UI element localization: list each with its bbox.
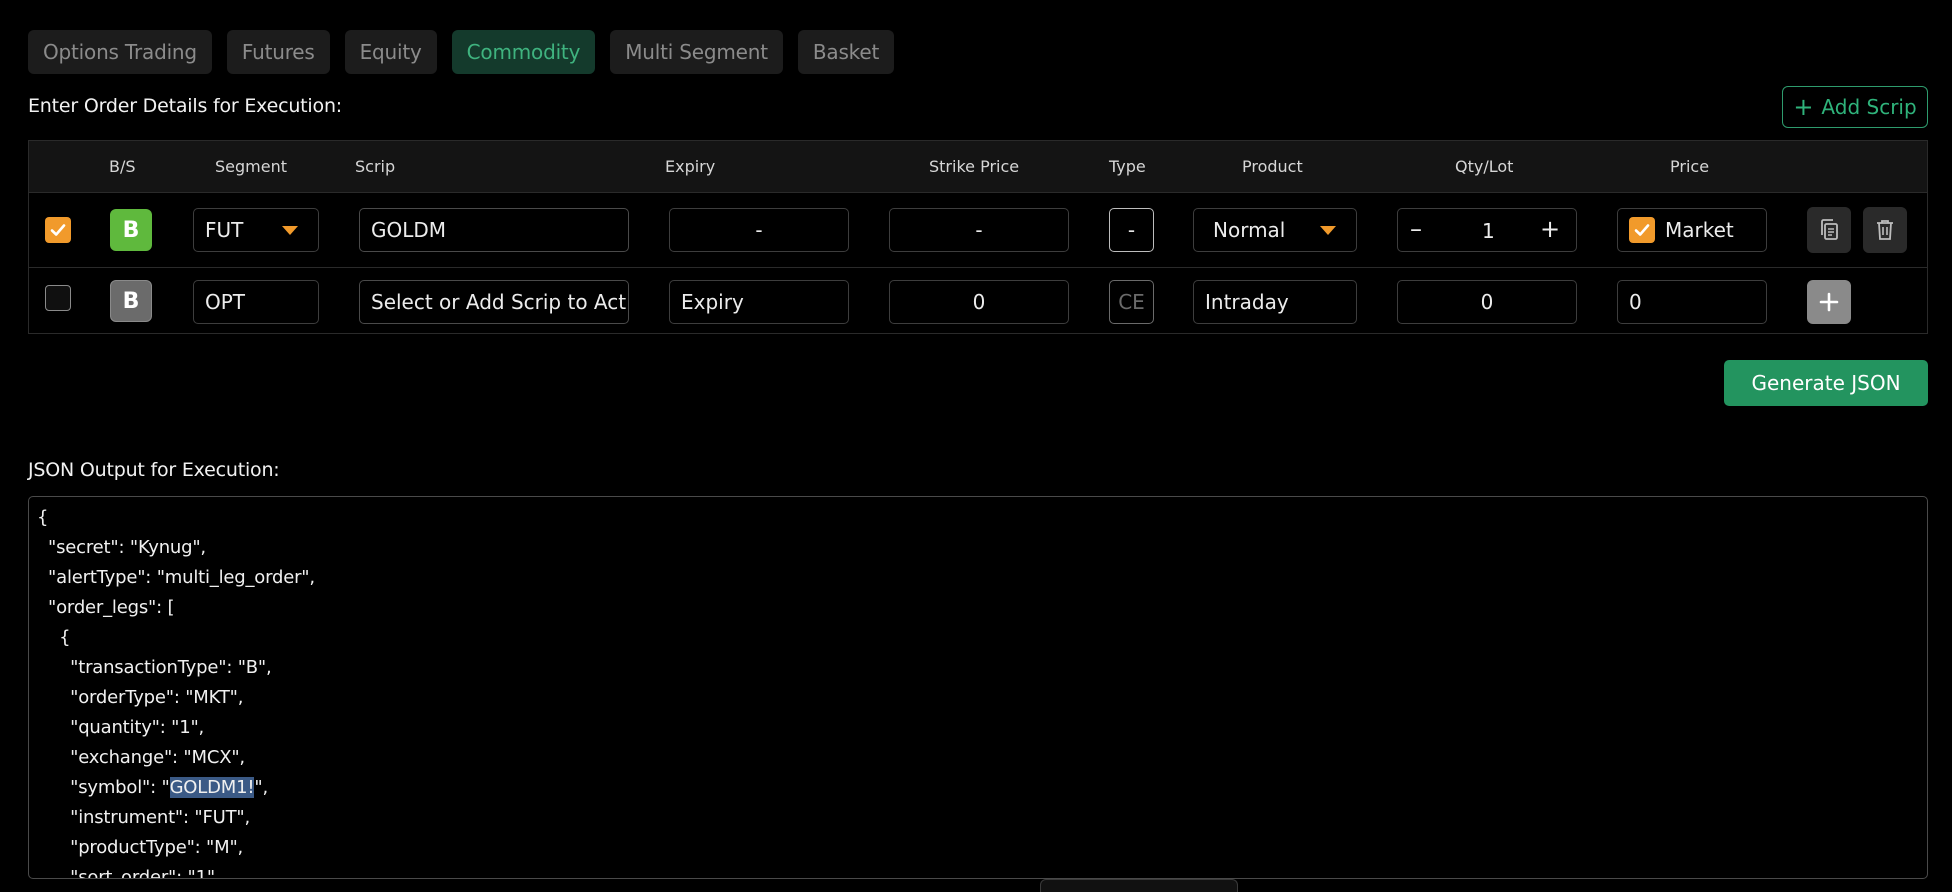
row1-price-value: Market — [1665, 218, 1734, 242]
add-scrip-label: Add Scrip — [1821, 95, 1917, 119]
row1-price-field[interactable]: Market — [1617, 208, 1767, 252]
tab-multi-segment[interactable]: Multi Segment — [610, 30, 783, 74]
code-line: { — [37, 507, 49, 528]
code-line: "productType": "M", — [37, 837, 244, 858]
add-scrip-button[interactable]: + Add Scrip — [1782, 86, 1928, 128]
row1-market-checkbox[interactable] — [1629, 217, 1655, 243]
code-line: "order_legs": [ — [37, 597, 175, 618]
row2-type-toggle[interactable]: CE — [1109, 280, 1154, 324]
col-product: Product — [1242, 157, 1303, 176]
code-line: "instrument": "FUT", — [37, 807, 251, 828]
trash-icon — [1877, 220, 1893, 240]
col-expiry: Expiry — [665, 157, 716, 176]
dropdown-arrow-icon — [282, 226, 298, 235]
checkmark-icon — [50, 224, 66, 236]
row1-copy-button[interactable] — [1807, 207, 1851, 253]
row2-expiry-field[interactable]: Expiry — [669, 280, 849, 324]
code-line: "transactionType": "B", — [37, 657, 272, 678]
code-line: "secret": "Kynug", — [37, 537, 206, 558]
row-divider — [29, 267, 1927, 268]
tab-basket[interactable]: Basket — [797, 30, 895, 74]
code-line-symbol: "symbol": "GOLDM1!", — [37, 777, 268, 798]
row1-segment-select[interactable]: FUT — [193, 208, 319, 252]
col-qty-lot: Qty/Lot — [1455, 157, 1514, 176]
row1-product-select[interactable]: Normal — [1193, 208, 1357, 252]
row2-product-field[interactable]: Intraday — [1193, 280, 1357, 324]
row1-checkbox[interactable] — [45, 217, 71, 243]
row2-checkbox[interactable] — [45, 285, 71, 311]
col-segment: Segment — [215, 157, 287, 176]
code-line: "sort_order": "1", — [37, 867, 221, 879]
order-grid: B/S Segment Scrip Expiry Strike Price Ty… — [28, 140, 1928, 334]
col-price: Price — [1670, 157, 1710, 176]
code-line: "quantity": "1", — [37, 717, 205, 738]
row1-type-toggle[interactable]: - — [1109, 208, 1154, 252]
generate-json-button[interactable]: Generate JSON — [1724, 360, 1928, 406]
plus-icon: + — [1793, 93, 1814, 121]
tab-futures[interactable]: Futures — [226, 30, 330, 74]
tab-equity[interactable]: Equity — [344, 30, 437, 74]
row1-qty-value: 1 — [1482, 219, 1495, 243]
json-output-textarea[interactable]: { "secret": "Kynug", "alertType": "multi… — [28, 496, 1928, 879]
row1-delete-button[interactable] — [1863, 207, 1907, 253]
row1-expiry-field[interactable]: - — [669, 208, 849, 252]
grid-header: B/S Segment Scrip Expiry Strike Price Ty… — [29, 141, 1927, 193]
row1-buy-sell-toggle[interactable]: B — [110, 209, 152, 251]
row2-price-field[interactable]: 0 — [1617, 280, 1767, 324]
row1-product-value: Normal — [1213, 218, 1286, 242]
row2-strike-field[interactable]: 0 — [889, 280, 1069, 324]
row2-buy-sell-toggle[interactable]: B — [110, 280, 152, 322]
row2-scrip-input[interactable]: Select or Add Scrip to Activate — [359, 280, 629, 324]
copy-icon — [1821, 219, 1838, 240]
code-line: "alertType": "multi_leg_order", — [37, 567, 315, 588]
row1-scrip-input[interactable]: GOLDM — [359, 208, 629, 252]
col-bs: B/S — [109, 157, 136, 176]
row1-segment-value: FUT — [205, 218, 244, 242]
tab-commodity[interactable]: Commodity — [451, 30, 596, 74]
minus-icon[interactable]: – — [1410, 215, 1422, 243]
output-section-title: JSON Output for Execution: — [28, 459, 280, 481]
dropdown-arrow-icon — [1320, 226, 1336, 235]
order-section-title: Enter Order Details for Execution: — [28, 95, 342, 117]
plus-icon[interactable]: + — [1540, 215, 1560, 243]
row1-strike-field[interactable]: - — [889, 208, 1069, 252]
selected-text: GOLDM1! — [169, 777, 255, 798]
bottom-panel-handle[interactable] — [1040, 879, 1238, 892]
plus-icon — [1819, 292, 1839, 312]
col-scrip: Scrip — [355, 157, 396, 176]
row1-qty-stepper[interactable]: – 1 + — [1397, 208, 1577, 252]
segment-tabs: Options Trading Futures Equity Commodity… — [28, 30, 895, 74]
col-type: Type — [1109, 157, 1146, 176]
checkmark-icon — [1634, 224, 1650, 236]
tab-options-trading[interactable]: Options Trading — [28, 30, 212, 74]
col-strike-price: Strike Price — [929, 157, 1020, 176]
code-line: { — [37, 627, 71, 648]
row2-add-button[interactable] — [1807, 280, 1851, 324]
row2-segment-field[interactable]: OPT — [193, 280, 319, 324]
code-line: "orderType": "MKT", — [37, 687, 244, 708]
row2-qty-field[interactable]: 0 — [1397, 280, 1577, 324]
code-line: "exchange": "MCX", — [37, 747, 245, 768]
